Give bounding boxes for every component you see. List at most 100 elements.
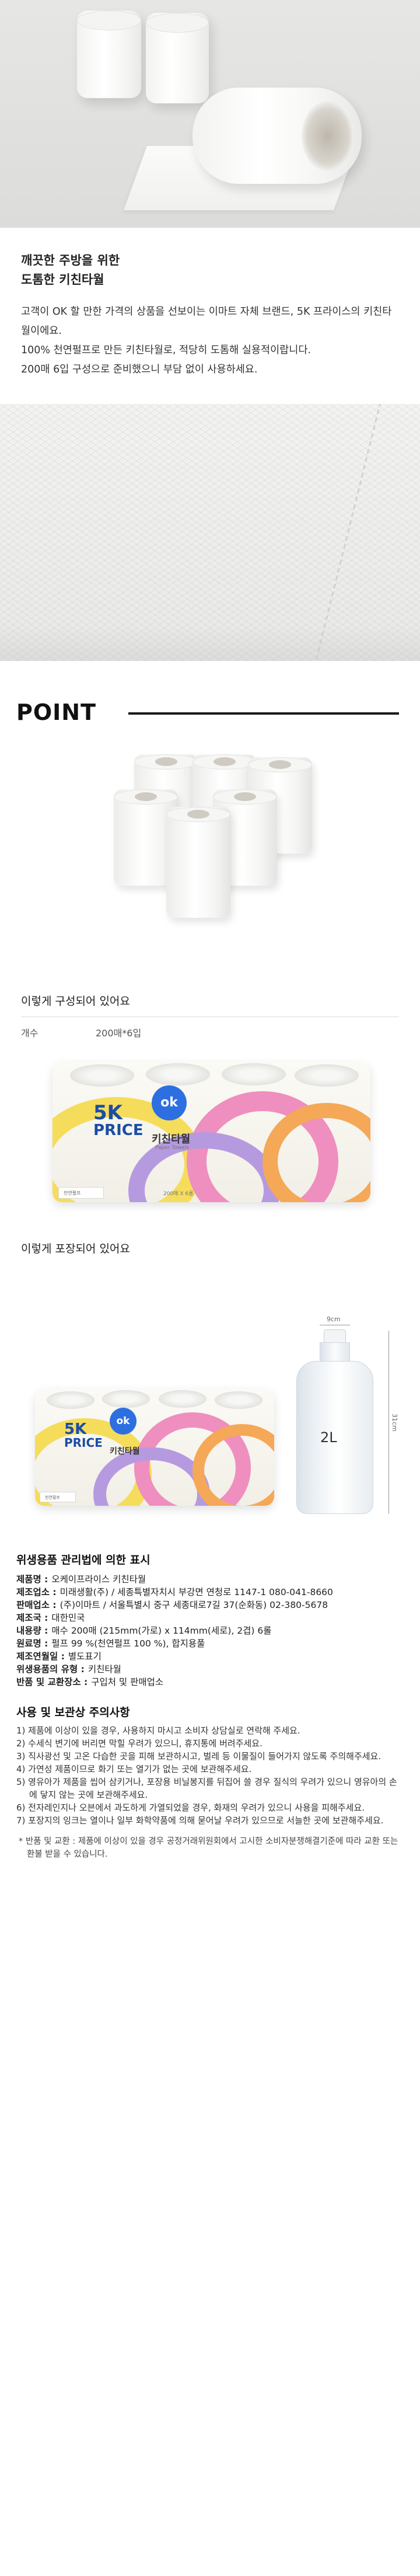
info-key: 제품명 : xyxy=(16,1574,48,1585)
roll-top xyxy=(77,11,141,30)
roll-core xyxy=(302,100,354,171)
intro-section: 깨끗한 주방을 위한 도톰한 키친타월 고객이 OK 할 만한 가격의 상품을 … xyxy=(0,228,420,404)
package-box: 5K PRICE ok 키친타월 Paper Towels 200매 X 6롤 … xyxy=(52,1062,370,1202)
roll-top xyxy=(47,1391,94,1409)
info-key: 제조연월일 : xyxy=(16,1651,65,1662)
size-compare-photo: 9cm 2L 31cm 5K PRICE ok 키친타월 천연펄프 xyxy=(0,1256,420,1548)
notice-section: 위생용품 관리법에 의한 표시 제품명 : 오케이프라이스 키친타월 제조업소 :… xyxy=(0,1548,420,1861)
paper-roll-back-right xyxy=(146,13,209,103)
brand-logo-line: 5K xyxy=(93,1101,123,1125)
perforation-line xyxy=(304,404,386,661)
info-key: 원료명 : xyxy=(16,1638,48,1649)
info-row: 반품 및 교환장소 : 구입처 및 판매업소 xyxy=(16,1676,404,1689)
info-row: 판매업소 : (주)이마트 / 서울특별시 중구 세종대로7길 37(순화동) 0… xyxy=(16,1599,404,1611)
point-label: POINT xyxy=(16,699,97,725)
point-header: POINT xyxy=(0,661,420,737)
info-key: 내용량 : xyxy=(16,1625,48,1636)
info-row: 제품명 : 오케이프라이스 키친타월 xyxy=(16,1573,404,1586)
roll-top xyxy=(146,13,209,33)
ok-badge: ok xyxy=(152,1085,187,1120)
info-key: 제조국 : xyxy=(16,1613,48,1623)
caution-item: 2) 수세식 변기에 버리면 막힐 우려가 있으니, 휴지통에 버려주세요. xyxy=(16,1738,262,1749)
info-key: 반품 및 교환장소 : xyxy=(16,1677,88,1687)
return-note: * 반품 및 교환 : 제품에 이상이 있을 경우 공정거래위원회에서 고시한 … xyxy=(19,1837,398,1859)
info-row: 원료명 : 펄프 99 %(천연펄프 100 %), 합지용풀 xyxy=(16,1637,404,1650)
caution-title: 사용 및 보관상 주의사항 xyxy=(16,1706,130,1719)
height-line xyxy=(388,1331,389,1514)
package-box-small: 5K PRICE ok 키친타월 천연펄프 xyxy=(35,1389,274,1506)
caution-item: 7) 포장지의 잉크는 열이나 일부 화학약품에 의해 묻어날 우려가 있으므로… xyxy=(16,1815,384,1826)
roll-top xyxy=(102,1390,150,1408)
info-value: 구입처 및 판매업소 xyxy=(91,1677,164,1687)
count-label: 200매 X 6롤 xyxy=(163,1191,194,1197)
info-key: 위생용품의 유형 : xyxy=(16,1664,85,1675)
info-value: 별도표기 xyxy=(68,1651,102,1662)
spec-key: 개수 xyxy=(21,1028,38,1039)
bottle-volume-label: 2L xyxy=(320,1429,337,1446)
bottle-cap xyxy=(324,1329,346,1343)
spec-row: 개수 200매*6입 xyxy=(0,1017,420,1053)
intro-title: 깨끗한 주방을 위한 도톰한 키친타월 xyxy=(21,251,399,290)
info-value: 키친타월 xyxy=(88,1664,121,1675)
paper-roll-back-left xyxy=(77,11,141,98)
paper-roll-front xyxy=(192,88,362,184)
product-name-en: Paper Towels xyxy=(155,1145,189,1151)
bottle-neck xyxy=(320,1342,350,1363)
roll-top xyxy=(159,1390,206,1408)
pulp-tag-text: 천연펄프 xyxy=(64,1190,81,1196)
ok-badge: ok xyxy=(110,1408,136,1435)
pulp-tag: 천연펄프 xyxy=(40,1492,76,1502)
roll-top xyxy=(146,1063,210,1085)
roll-top xyxy=(295,1064,359,1087)
texture-shade xyxy=(0,626,420,661)
bottle-width-label: 9cm xyxy=(327,1315,341,1323)
bottle-body: 2L xyxy=(296,1361,373,1514)
hero-photo xyxy=(0,0,420,228)
intro-paragraph: 200매 6입 구성으로 준비했으니 부담 없이 사용하세요. xyxy=(21,364,258,375)
rolls-group-photo xyxy=(0,737,420,982)
product-name: 키친타월 xyxy=(152,1133,191,1146)
package-photo: 5K PRICE ok 키친타월 Paper Towels 200매 X 6롤 … xyxy=(0,1053,420,1211)
brand-logo: 5K PRICE xyxy=(93,1103,144,1138)
paper-roll xyxy=(166,807,230,918)
intro-paragraph: 100% 천연펄프로 만든 키친타월로, 적당히 도톰해 실용적이랍니다. xyxy=(21,344,312,356)
brand-logo-line: PRICE xyxy=(93,1122,144,1139)
package-title: 이렇게 포장되어 있어요 xyxy=(21,1242,130,1255)
caution-item: 1) 제품에 이상이 있을 경우, 사용하지 마시고 소비자 상담실로 연락해 … xyxy=(16,1725,300,1736)
brand-logo: 5K PRICE xyxy=(64,1422,103,1449)
bottle-height-label: 31cm xyxy=(391,1414,398,1432)
caution-list: 1) 제품에 이상이 있을 경우, 사용하지 마시고 소비자 상담실로 연락해 … xyxy=(16,1724,404,1827)
info-row: 제조국 : 대한민국 xyxy=(16,1611,404,1624)
info-value: 미래생활(주) / 세종특별자치시 부강면 연청로 1147-1 080-041… xyxy=(60,1587,333,1597)
info-value: 오케이프라이스 키친타월 xyxy=(51,1574,146,1585)
info-value: 대한민국 xyxy=(51,1613,85,1623)
info-value: 펄프 99 %(천연펄프 100 %), 합지용풀 xyxy=(51,1638,205,1649)
brand-logo-line: 5K xyxy=(64,1421,87,1438)
info-key: 판매업소 : xyxy=(16,1600,57,1610)
composition-section: 이렇게 구성되어 있어요 개수 200매*6입 xyxy=(0,982,420,1053)
composition-title: 이렇게 구성되어 있어요 xyxy=(21,995,130,1008)
roll-top xyxy=(70,1064,134,1087)
notice-title: 위생용품 관리법에 의한 표시 xyxy=(16,1554,150,1567)
info-row: 제조업소 : 미래생활(주) / 세종특별자치시 부강면 연청로 1147-1 0… xyxy=(16,1586,404,1599)
pulp-tag-text: 천연펄프 xyxy=(45,1495,60,1500)
pulp-tag: 천연펄프 xyxy=(58,1187,104,1199)
info-value: 매수 200매 (215mm(가로) x 114mm(세로), 2겹) 6롤 xyxy=(51,1625,272,1636)
point-divider xyxy=(128,712,399,715)
caution-item: 4) 가연성 제품이므로 화기 또는 열기가 없는 곳에 보관해주세요. xyxy=(16,1764,252,1774)
info-row: 내용량 : 매수 200매 (215mm(가로) x 114mm(세로), 2겹)… xyxy=(16,1624,404,1637)
intro-body: 고객이 OK 할 만한 가격의 상품을 선보이는 이마트 자체 브랜드, 5K … xyxy=(21,302,399,380)
info-row: 위생용품의 유형 : 키친타월 xyxy=(16,1663,404,1676)
roll-top xyxy=(215,1391,262,1409)
info-row: 제조연월일 : 별도표기 xyxy=(16,1650,404,1663)
roll-top xyxy=(222,1063,286,1085)
intro-paragraph: 고객이 OK 할 만한 가격의 상품을 선보이는 이마트 자체 브랜드, 5K … xyxy=(21,306,392,337)
caution-item: 6) 전자레인지나 오븐에서 과도하게 가열되었을 경우, 화재의 우려가 있으… xyxy=(16,1802,365,1813)
caution-item: 3) 직사광선 및 고온 다습한 곳을 피해 보관하시고, 벌레 등 이물질이 … xyxy=(16,1751,382,1762)
spec-value: 200매*6입 xyxy=(96,1028,142,1039)
intro-title-line: 깨끗한 주방을 위한 xyxy=(21,253,120,267)
info-key: 제조업소 : xyxy=(16,1587,57,1597)
texture-photo xyxy=(0,404,420,661)
info-value: (주)이마트 / 서울특별시 중구 세종대로7길 37(순화동) 02-380-… xyxy=(60,1600,328,1610)
product-name: 키친타월 xyxy=(110,1447,140,1456)
